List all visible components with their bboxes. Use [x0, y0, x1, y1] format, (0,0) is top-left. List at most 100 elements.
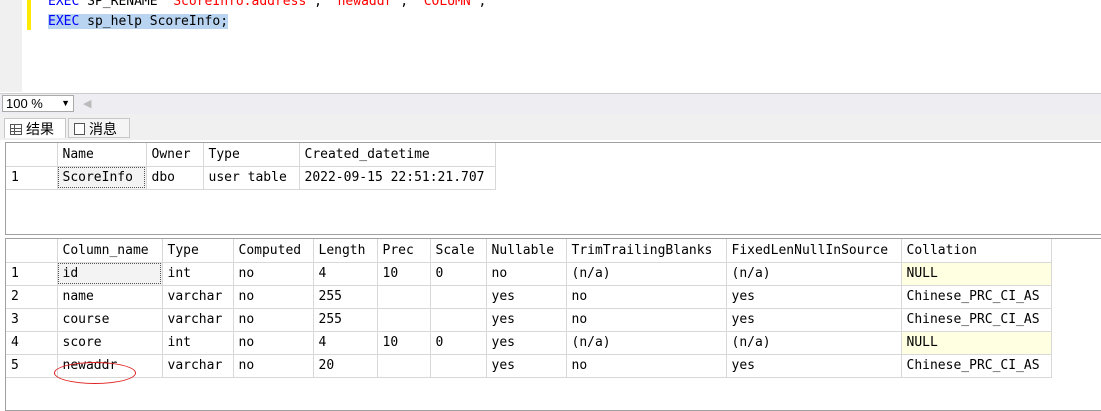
column-header[interactable]: Length — [313, 239, 378, 263]
grid-cell[interactable]: 2022-09-15 22:51:21.707 — [299, 166, 496, 190]
grid-cell[interactable]: no — [233, 331, 314, 355]
grid-cell[interactable]: score — [57, 331, 163, 355]
code-line-1[interactable]: EXEC SP_RENAME 'ScoreInfo.address', 'new… — [48, 0, 486, 10]
grid-cell[interactable]: varchar — [162, 354, 234, 378]
grid-cell[interactable]: (n/a) — [726, 262, 902, 286]
result-grid-2[interactable]: Column_name Type Computed Length Prec Scale Nu… — [5, 238, 1101, 411]
chevron-down-icon[interactable]: ▼ — [61, 96, 70, 111]
column-header[interactable]: Name — [57, 143, 147, 167]
grid-cell[interactable]: int — [162, 331, 234, 355]
result-grid-1[interactable]: Name Owner Type Created_datetime 1 ScoreInfo d… — [5, 142, 1101, 235]
row-number[interactable]: 1 — [6, 166, 58, 190]
grid-cell[interactable]: no — [566, 285, 727, 309]
grid-table-1: Name Owner Type Created_datetime 1 ScoreInfo d… — [6, 143, 496, 190]
grid-cell[interactable]: course — [57, 308, 163, 332]
grid-cell[interactable]: 4 — [313, 331, 378, 355]
table-row[interactable]: 1 id int no 4 10 0 no (n/a) (n/a) NULL — [6, 262, 1052, 286]
grid-cell[interactable]: Chinese_PRC_CI_AS — [901, 308, 1052, 332]
highlight-circle-annotation — [54, 362, 136, 384]
grid-cell[interactable] — [430, 285, 487, 309]
code-token: ; — [478, 0, 487, 9]
grid-cell[interactable]: yes — [726, 285, 902, 309]
grid-cell[interactable] — [430, 354, 487, 378]
column-header[interactable]: TrimTrailingBlanks — [566, 239, 727, 263]
grid-cell[interactable]: name — [57, 285, 163, 309]
grid-cell[interactable]: yes — [486, 354, 567, 378]
column-header[interactable]: Scale — [430, 239, 487, 263]
row-number[interactable]: 4 — [6, 331, 58, 355]
grid-cell[interactable]: no — [566, 308, 727, 332]
change-indicator — [27, 0, 31, 30]
row-number[interactable]: 5 — [6, 354, 58, 378]
grid-cell[interactable]: varchar — [162, 285, 234, 309]
column-header[interactable]: Owner — [146, 143, 204, 167]
column-header[interactable]: Nullable — [486, 239, 567, 263]
grid-cell[interactable]: no — [566, 354, 727, 378]
grid-cell[interactable]: NULL — [901, 262, 1052, 286]
grid-cell[interactable]: no — [233, 285, 314, 309]
grid-cell[interactable]: yes — [486, 308, 567, 332]
table-row[interactable]: 3 course varchar no 255 yes no yes Chinese_PRC_C… — [6, 308, 1052, 332]
corner-cell[interactable] — [6, 239, 58, 263]
grid-cell[interactable]: 255 — [313, 285, 378, 309]
grid-cell[interactable] — [377, 354, 431, 378]
query-editor[interactable]: EXEC SP_RENAME 'ScoreInfo.address', 'new… — [0, 0, 1101, 92]
grid-cell[interactable]: dbo — [146, 166, 204, 190]
grid-cell[interactable]: no — [233, 308, 314, 332]
grid-cell[interactable]: (n/a) — [726, 331, 902, 355]
grid-cell[interactable]: Chinese_PRC_CI_AS — [901, 285, 1052, 309]
table-row[interactable]: 4 score int no 4 10 0 yes (n/a) (n/a) NULL — [6, 331, 1052, 355]
grid-cell[interactable]: id — [57, 262, 163, 286]
grid-cell[interactable]: yes — [726, 308, 902, 332]
grid-cell[interactable]: 10 — [377, 331, 431, 355]
grid-cell[interactable]: varchar — [162, 308, 234, 332]
grid-cell[interactable]: user table — [203, 166, 300, 190]
grid-cell[interactable] — [430, 308, 487, 332]
zoom-dropdown[interactable]: 100 % ▼ — [2, 95, 74, 112]
grid-cell[interactable]: no — [233, 262, 314, 286]
grid-cell[interactable]: 4 — [313, 262, 378, 286]
selected-code[interactable]: EXEC sp_help ScoreInfo; — [48, 14, 229, 29]
row-number[interactable]: 1 — [6, 262, 58, 286]
code-line-2[interactable]: EXEC sp_help ScoreInfo; — [48, 14, 229, 30]
tab-results[interactable]: 结果 — [4, 118, 66, 138]
corner-cell[interactable] — [6, 143, 58, 167]
grid-cell[interactable]: NULL — [901, 331, 1052, 355]
code-token: SP_RENAME — [79, 0, 166, 9]
grid-cell[interactable]: (n/a) — [566, 262, 727, 286]
grid-cell[interactable]: no — [486, 262, 567, 286]
column-header[interactable]: Column_name — [57, 239, 163, 263]
table-row[interactable]: 5 newaddr varchar no 20 yes no yes Chinese_PRC_C… — [6, 354, 1052, 378]
tab-messages[interactable]: 消息 — [68, 118, 130, 138]
column-header[interactable]: Created_datetime — [299, 143, 496, 167]
tab-results-label: 结果 — [26, 121, 54, 137]
grid-cell[interactable]: yes — [726, 354, 902, 378]
grid-cell[interactable]: yes — [486, 331, 567, 355]
grid-cell[interactable]: yes — [486, 285, 567, 309]
column-header[interactable]: Type — [203, 143, 300, 167]
column-header[interactable]: Collation — [901, 239, 1052, 263]
grid-cell[interactable] — [377, 308, 431, 332]
row-number[interactable]: 3 — [6, 308, 58, 332]
scroll-left-icon[interactable]: ◀ — [83, 97, 91, 110]
grid-cell[interactable]: (n/a) — [566, 331, 727, 355]
table-row[interactable]: 2 name varchar no 255 yes no yes Chinese_PRC_CI_… — [6, 285, 1052, 309]
column-header[interactable]: Computed — [233, 239, 314, 263]
grid-cell[interactable]: 10 — [377, 262, 431, 286]
grid-cell[interactable]: Chinese_PRC_CI_AS — [901, 354, 1052, 378]
grid-cell[interactable]: 20 — [313, 354, 378, 378]
code-token: EXEC — [48, 0, 80, 9]
grid-cell[interactable]: no — [233, 354, 314, 378]
table-row[interactable]: 1 ScoreInfo dbo user table 2022-09-15 22:51:… — [6, 166, 496, 190]
column-header[interactable]: Prec — [377, 239, 431, 263]
grid-cell[interactable]: 255 — [313, 308, 378, 332]
grid-cell[interactable]: 0 — [430, 262, 487, 286]
grid-cell[interactable] — [377, 285, 431, 309]
column-header[interactable]: Type — [162, 239, 234, 263]
row-number[interactable]: 2 — [6, 285, 58, 309]
grid-cell[interactable]: ScoreInfo — [57, 166, 147, 190]
grid-cell[interactable]: 0 — [430, 331, 487, 355]
code-token: 'newaddr' — [329, 0, 401, 9]
column-header[interactable]: FixedLenNullInSource — [726, 239, 902, 263]
grid-cell[interactable]: int — [162, 262, 234, 286]
